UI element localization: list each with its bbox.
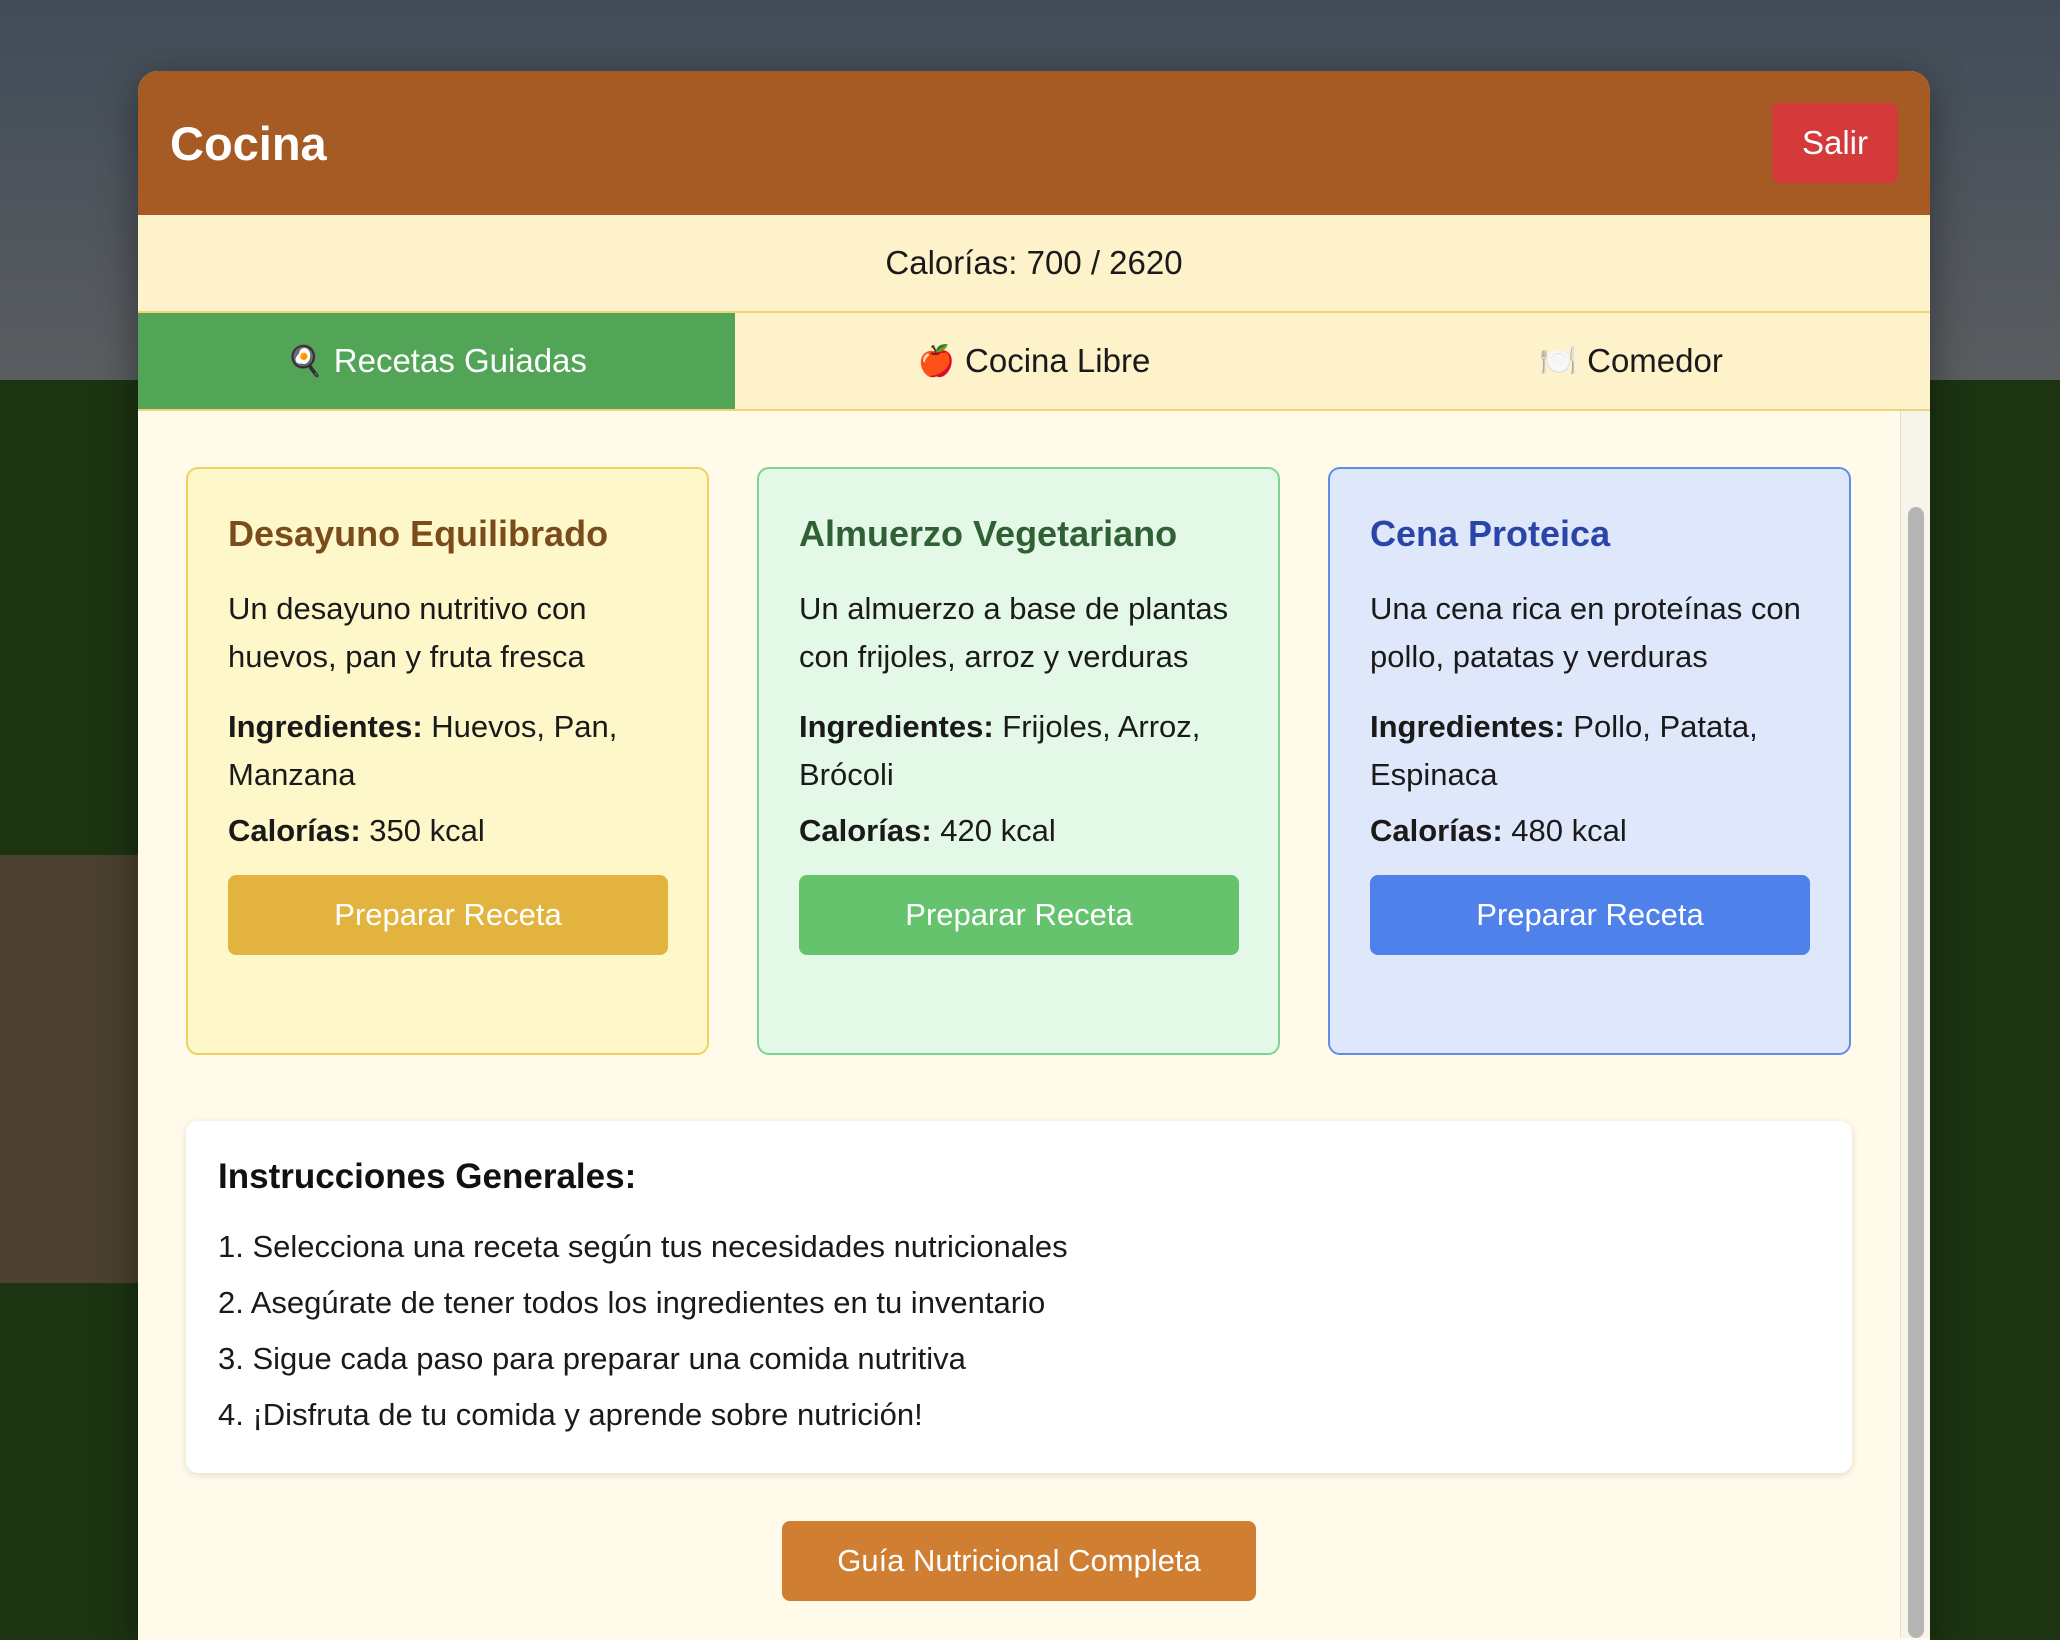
instructions-list: 1. Selecciona una receta según tus neces… [218, 1219, 1820, 1443]
tab-comedor[interactable]: 🍽️ Comedor [1333, 313, 1930, 409]
calories-label: Calorías: [228, 813, 361, 848]
recipe-cards: Desayuno Equilibrado Un desayuno nutriti… [186, 467, 1852, 1055]
tab-label: Cocina Libre [965, 342, 1151, 379]
recipe-title: Cena Proteica [1370, 513, 1611, 554]
ingredients-label: Ingredientes: [1370, 709, 1565, 744]
scrollbar[interactable] [1900, 411, 1930, 1638]
ingredients-label: Ingredientes: [228, 709, 423, 744]
background-building [0, 855, 140, 1283]
recipe-title: Almuerzo Vegetariano [799, 513, 1178, 554]
recipe-card-cena: Cena Proteica Una cena rica en proteínas… [1328, 467, 1851, 1055]
instructions-panel: Instrucciones Generales: 1. Selecciona u… [186, 1121, 1852, 1473]
calories-value: 420 kcal [940, 813, 1056, 848]
apple-icon: 🍎 [917, 344, 956, 378]
calories-label: Calorías: [1370, 813, 1503, 848]
prepare-recipe-button[interactable]: Preparar Receta [228, 875, 668, 955]
prepare-recipe-button[interactable]: Preparar Receta [1370, 875, 1810, 955]
tab-cocina-libre[interactable]: 🍎 Cocina Libre [735, 313, 1332, 409]
instruction-step: 4. ¡Disfruta de tu comida y aprende sobr… [218, 1397, 923, 1432]
recipe-card-almuerzo: Almuerzo Vegetariano Un almuerzo a base … [757, 467, 1280, 1055]
recipe-description: Una cena rica en proteínas con pollo, pa… [1370, 591, 1801, 674]
recipe-ingredients: Ingredientes: Huevos, Pan, Manzana [228, 703, 667, 799]
ingredients-label: Ingredientes: [799, 709, 994, 744]
instruction-step: 3. Sigue cada paso para preparar una com… [218, 1341, 966, 1376]
tab-recetas-guiadas[interactable]: 🍳 Recetas Guiadas [138, 313, 736, 409]
recipe-ingredients: Ingredientes: Frijoles, Arroz, Brócoli [799, 703, 1238, 799]
calories-value: 350 kcal [369, 813, 485, 848]
scrollbar-thumb[interactable] [1908, 507, 1924, 1638]
plate-icon: 🍽️ [1539, 344, 1578, 378]
calories-value: 480 kcal [1511, 813, 1627, 848]
modal-title: Cocina [170, 116, 327, 170]
recipe-ingredients: Ingredientes: Pollo, Patata, Espinaca [1370, 703, 1809, 799]
tab-label: Recetas Guiadas [333, 342, 587, 379]
calories-label: Calorías: [799, 813, 932, 848]
kitchen-modal: Cocina Salir Calorías: 700 / 2620 🍳 Rece… [138, 71, 1930, 1640]
instruction-step: 1. Selecciona una receta según tus neces… [218, 1229, 1068, 1264]
guide-button-row: Guía Nutricional Completa [186, 1521, 1852, 1601]
tab-label: Comedor [1587, 342, 1723, 379]
calorie-counter: Calorías: 700 / 2620 [138, 215, 1930, 313]
nutrition-guide-button[interactable]: Guía Nutricional Completa [782, 1521, 1256, 1601]
tab-bar: 🍳 Recetas Guiadas 🍎 Cocina Libre 🍽️ Come… [138, 313, 1930, 411]
recipe-calories: Calorías: 350 kcal [228, 807, 667, 855]
modal-header: Cocina Salir [138, 71, 1930, 215]
recipe-description: Un almuerzo a base de plantas con frijol… [799, 591, 1229, 674]
recipe-card-desayuno: Desayuno Equilibrado Un desayuno nutriti… [186, 467, 709, 1055]
recipes-panel: Desayuno Equilibrado Un desayuno nutriti… [138, 411, 1930, 1638]
recipe-description: Un desayuno nutritivo con huevos, pan y … [228, 591, 587, 674]
prepare-recipe-button[interactable]: Preparar Receta [799, 875, 1239, 955]
recipe-calories: Calorías: 480 kcal [1370, 807, 1809, 855]
exit-button[interactable]: Salir [1772, 103, 1898, 183]
instructions-title: Instrucciones Generales: [218, 1157, 637, 1196]
instruction-step: 2. Asegúrate de tener todos los ingredie… [218, 1285, 1046, 1320]
recipe-calories: Calorías: 420 kcal [799, 807, 1238, 855]
recipe-title: Desayuno Equilibrado [228, 513, 609, 554]
cooking-icon: 🍳 [286, 344, 324, 378]
